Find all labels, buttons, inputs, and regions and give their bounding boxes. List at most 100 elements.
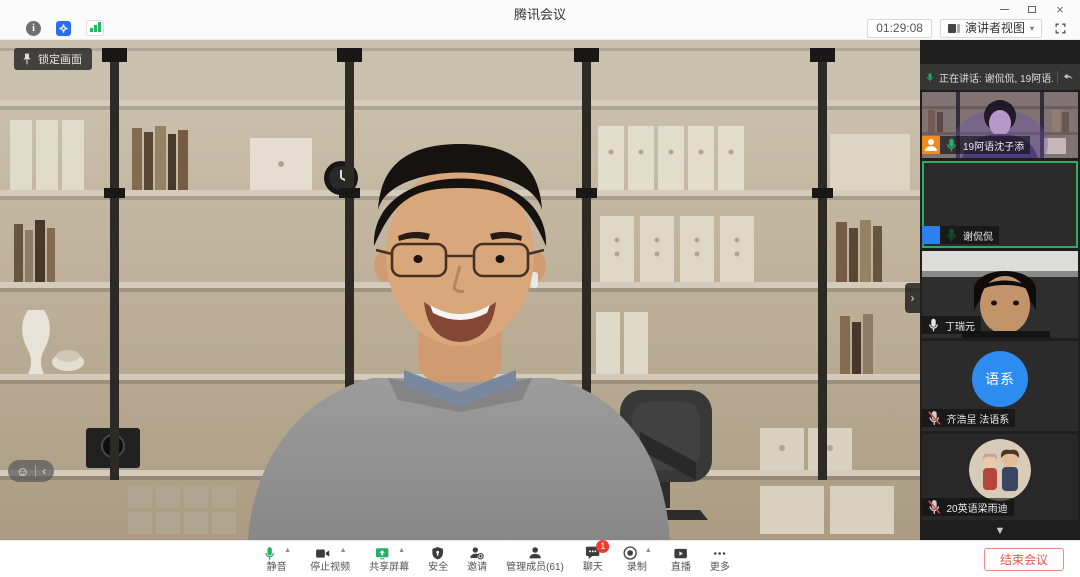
pin-view-button[interactable]: 锁定画面 bbox=[14, 48, 92, 70]
participant-name: 19阿语沈子添 bbox=[963, 138, 1024, 153]
shield-icon bbox=[431, 545, 446, 562]
participants-sidebar: 正在讲话: 谢侃侃, 19阿语... bbox=[920, 40, 1080, 540]
smiley-icon: ☺ bbox=[16, 465, 29, 478]
record-button[interactable]: ▲ 录制 bbox=[622, 544, 652, 575]
manage-members-label: 管理成员(61) bbox=[506, 562, 564, 575]
view-mode-label: 演讲者视图 bbox=[965, 21, 1025, 36]
live-stream-label: 直播 bbox=[671, 562, 691, 575]
share-screen-icon bbox=[373, 546, 391, 561]
security-button[interactable]: 安全 bbox=[428, 544, 448, 575]
participant-name-bar: 20英语梁雨迪 bbox=[922, 498, 1014, 516]
participant-name: 齐浩呈 法语系 bbox=[947, 411, 1010, 426]
hand-raised-badge bbox=[922, 136, 940, 154]
avatar-image bbox=[969, 439, 1031, 501]
window-controls: × bbox=[990, 0, 1074, 18]
collapse-left-icon[interactable]: ‹ bbox=[42, 465, 46, 477]
minimize-button[interactable] bbox=[990, 0, 1018, 18]
title-bar: 腾讯会议 × i 01:29:08 演讲者视图 ▾ bbox=[0, 0, 1080, 40]
mic-on-icon bbox=[944, 136, 959, 154]
chat-label: 聊天 bbox=[583, 562, 603, 575]
person-icon bbox=[922, 226, 940, 244]
manage-members-button[interactable]: 管理成员(61) bbox=[506, 544, 564, 575]
view-mode-button[interactable]: 演讲者视图 ▾ bbox=[940, 19, 1042, 38]
record-options-caret[interactable]: ▲ bbox=[645, 547, 652, 556]
mic-on-icon bbox=[925, 71, 935, 84]
security-shield-icon[interactable] bbox=[56, 21, 71, 36]
participant-name-bar: 丁瑞元 bbox=[922, 316, 981, 334]
participant-tile[interactable]: 丁瑞元 bbox=[922, 251, 1078, 338]
speaking-label: 正在讲话: 谢侃侃, 19阿语... bbox=[939, 70, 1053, 85]
security-label: 安全 bbox=[428, 562, 448, 575]
meeting-status-icons: i bbox=[26, 20, 104, 36]
speaker-video-scene bbox=[0, 40, 920, 540]
mic-on-icon bbox=[944, 226, 959, 244]
chat-button[interactable]: 1 聊天 bbox=[583, 544, 603, 575]
fullscreen-icon bbox=[1054, 22, 1067, 35]
divider bbox=[1057, 71, 1058, 84]
meeting-info-icon[interactable]: i bbox=[26, 21, 41, 36]
record-label: 录制 bbox=[627, 562, 647, 575]
participant-tile[interactable]: 19阿语沈子添 bbox=[922, 92, 1078, 158]
more-label: 更多 bbox=[710, 562, 730, 575]
camera-icon bbox=[314, 546, 333, 561]
fullscreen-button[interactable] bbox=[1050, 20, 1070, 38]
divider bbox=[35, 465, 36, 477]
participant-name-bar: 谢侃侃 bbox=[922, 226, 999, 244]
avatar: 语系 bbox=[972, 351, 1028, 407]
sidebar-collapse-tab[interactable]: › bbox=[905, 283, 920, 313]
participant-tile[interactable]: 20英语梁雨迪 bbox=[922, 434, 1078, 520]
member-badge bbox=[922, 226, 940, 244]
mic-icon bbox=[262, 545, 277, 562]
more-button[interactable]: 更多 bbox=[710, 544, 730, 575]
end-meeting-button[interactable]: 结束会议 bbox=[984, 548, 1064, 571]
avatar bbox=[969, 439, 1031, 501]
participant-name: 谢侃侃 bbox=[963, 228, 993, 243]
bottom-toolbar: ▲ 静音 ▲ 停止视频 ▲ 共享屏幕 bbox=[0, 540, 1080, 577]
minimize-icon bbox=[1000, 9, 1009, 10]
main-video: 锁定画面 ☺ ‹ › bbox=[0, 40, 920, 540]
invite-button[interactable]: 邀请 bbox=[467, 544, 487, 575]
mute-button[interactable]: ▲ 静音 bbox=[262, 544, 291, 575]
layout-icon bbox=[948, 24, 960, 33]
stop-video-button[interactable]: ▲ 停止视频 bbox=[310, 544, 350, 575]
tencent-meeting-window: 腾讯会议 × i 01:29:08 演讲者视图 ▾ bbox=[0, 0, 1080, 577]
reply-arrow-icon[interactable] bbox=[1062, 71, 1075, 84]
maximize-icon bbox=[1028, 6, 1036, 13]
mic-on-icon bbox=[926, 316, 941, 334]
members-icon bbox=[527, 545, 543, 561]
participant-name: 丁瑞元 bbox=[945, 318, 975, 333]
video-options-caret[interactable]: ▲ bbox=[340, 547, 347, 556]
more-dots-icon bbox=[711, 546, 728, 561]
participant-tiles: 19阿语沈子添 bbox=[922, 92, 1078, 520]
share-screen-button[interactable]: ▲ 共享屏幕 bbox=[369, 544, 409, 575]
mic-muted-icon bbox=[926, 409, 943, 427]
participant-tile[interactable]: 谢侃侃 bbox=[922, 161, 1078, 248]
toolbar-items: ▲ 静音 ▲ 停止视频 ▲ 共享屏幕 bbox=[262, 541, 730, 577]
close-button[interactable]: × bbox=[1046, 0, 1074, 18]
scroll-down-arrow[interactable]: ▼ bbox=[920, 525, 1080, 537]
network-signal-icon[interactable] bbox=[86, 20, 104, 36]
live-tv-icon bbox=[672, 546, 689, 561]
stop-video-label: 停止视频 bbox=[310, 562, 350, 575]
reactions-quick-bar[interactable]: ☺ ‹ bbox=[8, 460, 54, 482]
pin-view-label: 锁定画面 bbox=[38, 51, 82, 67]
gear-icon bbox=[59, 24, 68, 33]
participant-tile[interactable]: 语系 齐浩呈 法语系 bbox=[922, 341, 1078, 431]
person-icon bbox=[922, 136, 940, 154]
maximize-button[interactable] bbox=[1018, 0, 1046, 18]
speaking-indicator: 正在讲话: 谢侃侃, 19阿语... bbox=[920, 64, 1080, 90]
share-screen-label: 共享屏幕 bbox=[369, 562, 409, 575]
meeting-timer: 01:29:08 bbox=[867, 19, 932, 38]
live-stream-button[interactable]: 直播 bbox=[671, 544, 691, 575]
title-bar-right: 01:29:08 演讲者视图 ▾ bbox=[867, 19, 1070, 38]
invite-person-icon bbox=[469, 545, 486, 561]
participant-name-bar: 齐浩呈 法语系 bbox=[922, 409, 1015, 427]
mute-label: 静音 bbox=[267, 562, 287, 575]
record-icon bbox=[622, 545, 638, 561]
invite-label: 邀请 bbox=[467, 562, 487, 575]
share-options-caret[interactable]: ▲ bbox=[398, 547, 405, 556]
chevron-right-icon: › bbox=[911, 291, 915, 305]
chat-unread-badge: 1 bbox=[596, 540, 609, 553]
mute-options-caret[interactable]: ▲ bbox=[284, 547, 291, 556]
participant-name: 20英语梁雨迪 bbox=[947, 500, 1008, 515]
